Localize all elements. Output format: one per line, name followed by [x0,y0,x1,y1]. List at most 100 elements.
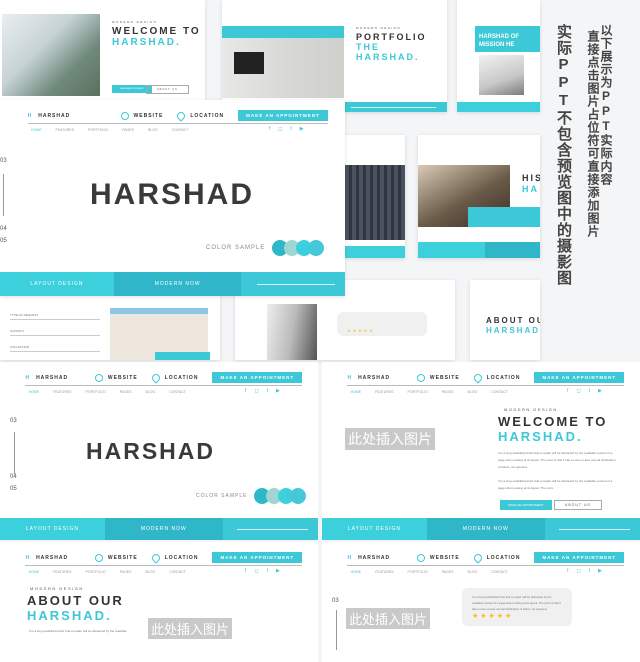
slide-welcome[interactable]: H HARSHAD WEBSITE LOCATION MAKE AN APPOINTME… [322,362,640,540]
field-collection[interactable]: COLLECTION [10,344,100,352]
slide-welcome-preview[interactable]: MODERN DESIGN WELCOME TO HARSHAD. MAKE A… [0,0,205,100]
facebook-icon[interactable]: f [269,126,270,132]
nav-item-blog[interactable]: BLOG [468,570,478,574]
twitter-icon[interactable]: t [267,388,268,394]
slide-cover-main[interactable]: H HARSHAD WEBSITE LOCATION MAKE AN APPOINTME… [0,100,345,296]
slide-contact-preview[interactable]: TYPE OF REQUEST CONTACT COLLECTION [0,290,220,360]
nav-item-portfolio[interactable]: PORTFOLIO [86,570,106,574]
make-appointment-button[interactable]: MAKE AN APPOINTMENT [212,372,303,383]
nav-item-pages[interactable]: PAGES [120,570,132,574]
make-appointment-button[interactable]: MAKE AN APPOINTMENT [534,372,625,383]
brand-logo[interactable]: H HARSHAD [347,555,416,561]
brand-logo[interactable]: H HARSHAD [28,113,121,119]
nav-item-blog[interactable]: BLOG [148,128,158,132]
nav-item-features[interactable]: FEATURES [56,128,74,132]
slide-header: H HARSHAD WEBSITE LOCATION MAKE AN APPOINTME… [347,370,625,386]
nav-item-features[interactable]: FEATURES [53,390,71,394]
website-link[interactable]: WEBSITE [416,373,460,382]
about-button[interactable]: ABOUT US [146,85,189,94]
nav-item-home[interactable]: HOME [351,570,362,574]
nav-item-portfolio[interactable]: PORTFOLIO [408,570,428,574]
nav-item-portfolio[interactable]: PORTFOLIO [88,128,108,132]
about-button[interactable]: ABOUT US [554,500,602,510]
slide-mission-preview[interactable]: HARSHAD OF MISSION HE [457,0,540,112]
brand-logo[interactable]: H HARSHAD [347,375,416,381]
nav-item-pages[interactable]: PAGES [122,128,134,132]
nav-item-home[interactable]: HOME [31,128,42,132]
footer-arrow[interactable] [544,518,640,540]
nav-item-contact[interactable]: CONTACT [491,390,508,394]
website-link[interactable]: WEBSITE [94,553,138,562]
nav-item-portfolio[interactable]: PORTFOLIO [408,390,428,394]
twitter-icon[interactable]: t [589,568,590,574]
instagram-icon[interactable]: ◻ [278,126,282,132]
nav-item-contact[interactable]: CONTACT [169,570,186,574]
youtube-icon[interactable]: ▶ [300,126,304,132]
youtube-icon[interactable]: ▶ [276,388,280,394]
field-contact[interactable]: CONTACT [10,328,100,336]
slide-history-preview[interactable]: HIS HA [418,135,540,258]
nav-item-features[interactable]: FEATURES [375,390,393,394]
appointment-button[interactable]: MAKE AN APPOINTMENT [500,500,552,510]
make-appointment-button[interactable]: MAKE AN APPOINTMENT [534,552,625,563]
instagram-icon[interactable]: ◻ [254,568,258,574]
youtube-icon[interactable]: ▶ [276,568,280,574]
twitter-icon[interactable]: t [589,388,590,394]
nav-item-features[interactable]: FEATURES [53,570,71,574]
brand-logo[interactable]: H HARSHAD [25,555,94,561]
nav-item-home[interactable]: HOME [29,390,40,394]
slide-header: H HARSHAD WEBSITE LOCATION MAKE AN APPOINTME… [25,550,303,566]
nav-item-contact[interactable]: CONTACT [169,390,186,394]
footer-arrow[interactable] [222,518,318,540]
paragraph: It is a long established fact that a rea… [29,629,127,633]
nav-item-contact[interactable]: CONTACT [491,570,508,574]
slide-portfolio-preview[interactable]: MODERN DESIGN PORTFOLIO THE HARSHAD. LAY… [222,0,447,112]
nav-item-pages[interactable]: PAGES [442,390,454,394]
facebook-icon[interactable]: f [567,388,568,394]
brand-logo[interactable]: H HARSHAD [25,375,94,381]
twitter-icon[interactable]: t [290,126,291,132]
nav-menu: HOME FEATURES PORTFOLIO PAGES BLOG CONTACT [29,390,186,394]
nav-item-portfolio[interactable]: PORTFOLIO [86,390,106,394]
instagram-icon[interactable]: ◻ [576,568,580,574]
facebook-icon[interactable]: f [567,568,568,574]
field-type-of-request[interactable]: TYPE OF REQUEST [10,312,100,320]
slide-about[interactable]: H HARSHAD WEBSITE LOCATION MAKE AN APPOINTME… [0,542,318,662]
twitter-icon[interactable]: t [267,568,268,574]
make-appointment-button[interactable]: MAKE AN APPOINTMENT [238,110,328,121]
nav-item-features[interactable]: FEATURES [375,570,393,574]
facebook-icon[interactable]: f [245,568,246,574]
location-link[interactable]: LOCATION [472,551,521,564]
website-link[interactable]: WEBSITE [120,111,164,120]
slide-testimonial[interactable]: H HARSHAD WEBSITE LOCATION MAKE AN APPOINTME… [322,542,640,662]
location-link[interactable]: LOCATION [472,371,521,384]
slide-cover[interactable]: H HARSHAD WEBSITE LOCATION MAKE AN APPOINTME… [0,362,318,540]
location-link[interactable]: LOCATION [150,371,199,384]
nav-item-pages[interactable]: PAGES [120,390,132,394]
youtube-icon[interactable]: ▶ [598,388,602,394]
nav-item-pages[interactable]: PAGES [442,570,454,574]
make-appointment-button[interactable]: MAKE AN APPOINTMENT [212,552,303,563]
nav-item-contact[interactable]: CONTACT [172,128,189,132]
globe-icon [416,373,425,382]
nav-item-blog[interactable]: BLOG [468,390,478,394]
nav-item-home[interactable]: HOME [29,570,40,574]
image-placeholder[interactable]: 此处插入图片 [148,618,233,639]
footer-arrow[interactable] [241,272,345,296]
page-number: 04 [10,474,17,480]
slide-about-preview[interactable]: ABOUT OUR HARSHAD. [470,280,540,360]
facebook-icon[interactable]: f [245,388,246,394]
instagram-icon[interactable]: ◻ [254,388,258,394]
nav-item-home[interactable]: HOME [351,390,362,394]
nav-item-blog[interactable]: BLOG [146,570,156,574]
location-link[interactable]: LOCATION [175,109,224,122]
location-link[interactable]: LOCATION [150,551,199,564]
nav-item-blog[interactable]: BLOG [146,390,156,394]
image-placeholder[interactable]: 此处插入图片 [346,608,431,629]
website-link[interactable]: WEBSITE [416,553,460,562]
slide-clothes-preview[interactable] [345,135,405,258]
youtube-icon[interactable]: ▶ [598,568,602,574]
website-link[interactable]: WEBSITE [94,373,138,382]
image-placeholder[interactable]: 此处插入图片 [345,428,435,450]
instagram-icon[interactable]: ◻ [576,388,580,394]
